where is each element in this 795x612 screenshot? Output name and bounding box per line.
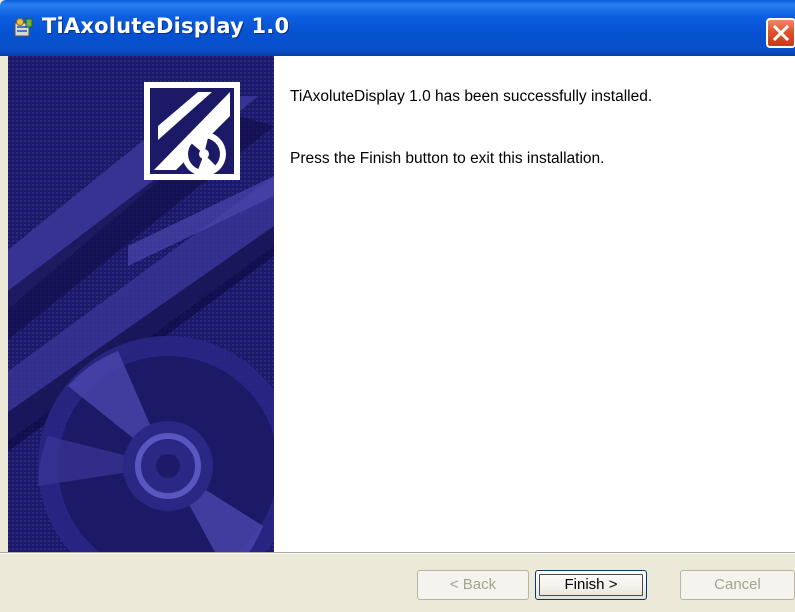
cancel-button-label: Cancel (714, 576, 761, 593)
button-separator (0, 552, 795, 554)
cancel-button[interactable]: Cancel (680, 570, 795, 600)
installer-icon (14, 18, 33, 37)
back-button[interactable]: < Back (417, 570, 529, 600)
finish-button[interactable]: Finish > (535, 570, 647, 600)
title-bar[interactable]: TiAxoluteDisplay 1.0 (0, 0, 795, 56)
installer-banner-image (8, 56, 274, 552)
close-icon (773, 25, 789, 41)
message-panel: TiAxoluteDisplay 1.0 has been successful… (274, 56, 795, 552)
installer-window: TiAxoluteDisplay 1.0 TiAxoluteDisplay 1.… (0, 0, 795, 612)
instruction-message: Press the Finish button to exit this ins… (290, 150, 605, 167)
back-button-label: < Back (449, 576, 497, 593)
finish-button-label: Finish > (564, 576, 618, 593)
close-button[interactable] (766, 18, 795, 48)
window-border (0, 56, 8, 552)
success-message: TiAxoluteDisplay 1.0 has been successful… (290, 88, 653, 105)
window-title: TiAxoluteDisplay 1.0 (42, 14, 290, 38)
